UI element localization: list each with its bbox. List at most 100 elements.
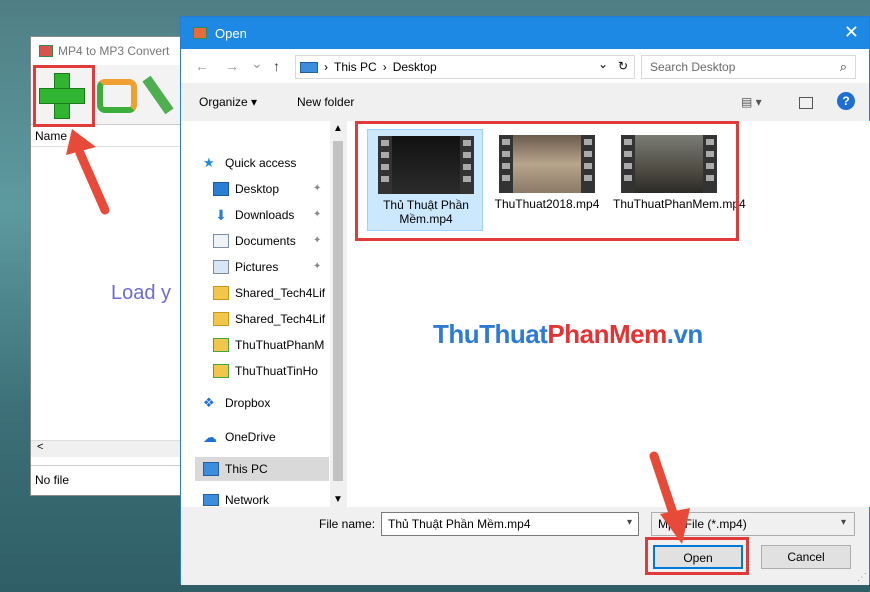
pin-icon[interactable]: ✦	[313, 261, 321, 272]
horizontal-scrollbar[interactable]: <	[31, 440, 204, 457]
nav-item-label: Quick access	[225, 156, 297, 170]
file-name-input[interactable]: Thủ Thuật Phần Mềm.mp4 ▾	[381, 512, 639, 536]
organize-button[interactable]: Organize ▾	[199, 95, 257, 109]
help-icon[interactable]: ?	[837, 92, 855, 110]
preview-pane-icon[interactable]	[799, 97, 813, 109]
up-arrow-icon[interactable]: ↑	[273, 58, 280, 74]
annotation-arrow-open	[649, 451, 690, 544]
navigation-bar: ← → ⌄ ↑ › This PC › Desktop ⌄ ↻ Search D…	[181, 49, 869, 83]
cancel-button[interactable]: Cancel	[761, 545, 851, 569]
highlight-files-box	[355, 121, 739, 241]
search-icon[interactable]: ⌕	[840, 59, 847, 75]
nav-item-dropbox[interactable]: ❖ Dropbox	[203, 391, 329, 415]
nav-item-documents[interactable]: Documents	[213, 229, 329, 253]
watermark-logo: ThuThuatPhanMem.vn	[433, 319, 703, 350]
refresh-icon[interactable]: ↻	[618, 59, 628, 73]
search-input[interactable]: Search Desktop ⌕	[641, 55, 856, 79]
shared-folder-icon	[213, 286, 229, 300]
pin-icon[interactable]: ✦	[313, 235, 321, 246]
navigation-pane: ★ Quick access Desktop ✦ ⬇ Downloads ✦ D…	[181, 121, 346, 507]
dropbox-icon: ❖	[203, 395, 215, 410]
new-folder-button[interactable]: New folder	[297, 95, 354, 109]
breadcrumb-desktop[interactable]: Desktop	[393, 60, 437, 74]
load-prompt-text: Load y	[111, 282, 172, 304]
resize-grip-icon[interactable]: ⋰	[857, 572, 867, 583]
file-name-value: Thủ Thuật Phần Mềm.mp4	[388, 517, 531, 531]
watermark-part: .vn	[666, 319, 704, 349]
nav-item-this-pc[interactable]: This PC	[195, 457, 329, 481]
nav-item-onedrive[interactable]: ☁ OneDrive	[203, 425, 329, 449]
recent-locations-icon[interactable]: ⌄	[251, 55, 263, 72]
folder-sync-icon	[213, 338, 229, 352]
nav-item-label: ThuThuatPhanM	[235, 338, 325, 352]
background-app-title: MP4 to MP3 Convert	[58, 44, 170, 58]
dialog-app-icon	[193, 27, 207, 39]
network-icon	[203, 494, 219, 506]
convert-icon[interactable]	[97, 79, 137, 113]
nav-item-label: Downloads	[235, 208, 295, 222]
nav-item-downloads[interactable]: ⬇ Downloads	[213, 203, 329, 227]
nav-item-thuthuatphanm[interactable]: ThuThuatPhanM	[213, 333, 329, 357]
scroll-up-icon[interactable]: ▲	[333, 123, 343, 134]
pin-icon[interactable]: ✦	[313, 209, 321, 220]
onedrive-icon: ☁	[203, 429, 217, 445]
nav-item-label: Network	[225, 493, 270, 507]
scrollbar-thumb[interactable]	[333, 141, 343, 481]
annotation-arrow-add	[66, 129, 110, 215]
close-icon[interactable]: ✕	[844, 22, 859, 43]
chevron-down-icon[interactable]: ▾	[841, 517, 846, 528]
nav-item-label: This PC	[225, 462, 268, 476]
nav-pane-scrollbar[interactable]: ▲ ▼	[330, 121, 346, 507]
status-text: No file	[31, 465, 204, 495]
pc-location-icon	[300, 61, 318, 73]
breadcrumb-this-pc[interactable]: This PC	[334, 60, 377, 74]
nav-item-quick-access[interactable]: ★ Quick access	[203, 151, 329, 175]
highlight-add-button-box	[33, 65, 95, 127]
command-bar: Organize ▾ New folder ▤ ▾ ?	[181, 87, 869, 117]
star-icon: ★	[203, 155, 215, 170]
scroll-down-icon[interactable]: ▼	[333, 494, 343, 505]
nav-item-shared-1[interactable]: Shared_Tech4Lif	[213, 281, 329, 305]
dialog-titlebar: Open ✕	[181, 17, 869, 49]
nav-item-label: Documents	[235, 234, 296, 248]
document-icon	[213, 234, 229, 248]
file-list-area: Thủ Thuật Phần Mềm.mp4 ThuThuat2018.mp4 …	[347, 121, 870, 507]
download-icon: ⬇	[215, 207, 227, 223]
nav-item-label: ThuThuatTinHo	[235, 364, 318, 378]
watermark-part: PhanMem	[547, 319, 667, 349]
dialog-title: Open	[215, 25, 247, 41]
nav-item-label: Shared_Tech4Lif	[235, 286, 326, 300]
nav-item-network[interactable]: Network	[203, 493, 329, 507]
forward-arrow-icon[interactable]: →	[225, 58, 239, 74]
view-options-icon[interactable]: ▤ ▾	[741, 95, 762, 109]
nav-item-label: Desktop	[235, 182, 280, 196]
nav-item-label: Shared_Tech4Lif	[235, 312, 326, 326]
nav-item-label: OneDrive	[225, 430, 276, 444]
settings-tool-icon[interactable]	[142, 75, 174, 115]
search-placeholder: Search Desktop	[650, 60, 736, 74]
open-file-dialog: Open ✕ ← → ⌄ ↑ › This PC › Desktop ⌄ ↻ S…	[180, 16, 870, 585]
background-app-titlebar: MP4 to MP3 Convert	[31, 37, 204, 65]
pin-icon[interactable]: ✦	[313, 183, 321, 194]
folder-sync-icon	[213, 364, 229, 378]
nav-item-pictures[interactable]: Pictures	[213, 255, 329, 279]
desktop-icon	[213, 182, 229, 196]
nav-item-thuthuattinho[interactable]: ThuThuatTinHo	[213, 359, 329, 383]
nav-item-label: Dropbox	[225, 396, 271, 410]
nav-item-desktop[interactable]: Desktop	[213, 177, 329, 201]
app-logo-icon	[39, 45, 53, 57]
address-dropdown-icon[interactable]: ⌄	[598, 57, 608, 71]
breadcrumb-sep-icon: ›	[324, 60, 328, 74]
nav-item-label: Pictures	[235, 260, 279, 274]
picture-icon	[213, 260, 229, 274]
address-bar[interactable]: › This PC › Desktop ⌄ ↻	[295, 55, 635, 79]
watermark-part: ThuThuat	[433, 319, 548, 349]
back-arrow-icon[interactable]: ←	[195, 58, 209, 74]
nav-item-shared-2[interactable]: Shared_Tech4Lif	[213, 307, 329, 331]
dialog-footer: File name: Thủ Thuật Phần Mềm.mp4 ▾ Mp4 …	[181, 507, 869, 585]
file-name-label-text: File name:	[319, 517, 376, 531]
pc-icon	[203, 462, 219, 476]
shared-folder-icon	[213, 312, 229, 326]
scroll-left-icon[interactable]: <	[37, 441, 43, 453]
chevron-down-icon[interactable]: ▾	[627, 517, 632, 528]
